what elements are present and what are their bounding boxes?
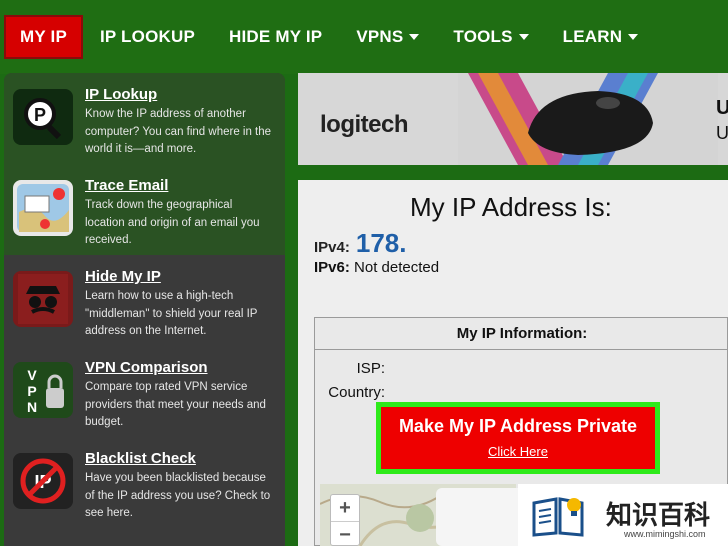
map-overlay-panel bbox=[436, 488, 526, 546]
sidebar-item-title[interactable]: Trace Email bbox=[85, 177, 275, 194]
spy-icon bbox=[13, 271, 73, 327]
click-here-link[interactable]: Click Here bbox=[381, 444, 655, 459]
watermark-url: www.mimingshi.com bbox=[624, 529, 706, 539]
vpn-lock-icon: VPN bbox=[13, 362, 73, 418]
watermark-text: 知识百科 bbox=[606, 500, 711, 530]
ipv4-row: IPv4: 178. bbox=[314, 228, 406, 259]
nav-learn[interactable]: LEARN bbox=[546, 15, 656, 59]
ipv6-row: IPv6: Not detected bbox=[314, 259, 439, 276]
ad-text-line1: U bbox=[716, 97, 728, 119]
make-ip-private-button[interactable]: Make My IP Address Private Click Here bbox=[376, 402, 660, 474]
nav-label: IP LOOKUP bbox=[99, 27, 195, 46]
page-title: My IP Address Is: bbox=[410, 192, 612, 222]
sidebar-item-desc: Compare top rated VPN service providers … bbox=[85, 381, 266, 428]
isp-label: ISP: bbox=[356, 360, 385, 377]
sidebar-item-title[interactable]: VPN Comparison bbox=[85, 359, 275, 376]
sidebar-item-desc: Track down the geographical location and… bbox=[85, 199, 260, 246]
logitech-logo: logitech bbox=[320, 111, 409, 138]
nav-vpns[interactable]: VPNS bbox=[339, 15, 436, 59]
chevron-down-icon bbox=[628, 34, 639, 40]
nav-hide-my-ip[interactable]: HIDE MY IP bbox=[212, 15, 339, 59]
top-nav: MY IP IP LOOKUP HIDE MY IP VPNS TOOLS LE… bbox=[0, 0, 728, 74]
ip-lookup-icon: P bbox=[13, 89, 73, 145]
sidebar-item-desc: Have you been blacklisted because of the… bbox=[85, 472, 271, 519]
nav-label: MY IP bbox=[20, 27, 67, 46]
cta-main-label: Make My IP Address Private bbox=[398, 416, 638, 436]
svg-text:P: P bbox=[34, 105, 46, 125]
sidebar-item-ip-lookup[interactable]: P IP Lookup Know the IP address of anoth… bbox=[4, 73, 285, 164]
sidebar-item-title[interactable]: Hide My IP bbox=[85, 268, 275, 285]
nav-label: HIDE MY IP bbox=[229, 27, 323, 46]
mouse-ad-graphic bbox=[458, 73, 718, 165]
chevron-down-icon bbox=[409, 34, 420, 40]
nav-tools[interactable]: TOOLS bbox=[436, 15, 545, 59]
ipv4-value: 178. bbox=[355, 228, 407, 258]
ipv4-label: IPv4: bbox=[314, 239, 350, 256]
sidebar-item-title[interactable]: IP Lookup bbox=[85, 86, 275, 103]
sidebar: P IP Lookup Know the IP address of anoth… bbox=[4, 73, 285, 546]
nav-ip-lookup[interactable]: IP LOOKUP bbox=[83, 15, 212, 59]
zoom-in-button[interactable]: + bbox=[331, 495, 359, 521]
watermark: 知识百科 www.mimingshi.com bbox=[518, 484, 728, 546]
ipv6-value: Not detected bbox=[354, 259, 440, 276]
sidebar-item-hide-my-ip[interactable]: Hide My IP Learn how to use a high-tech … bbox=[4, 255, 285, 346]
ad-banner[interactable]: logitech U U bbox=[298, 73, 728, 165]
ipv6-label: IPv6: bbox=[314, 259, 350, 276]
svg-text:V: V bbox=[27, 367, 37, 383]
sidebar-item-vpn-comparison[interactable]: VPN VPN Comparison Compare top rated VPN… bbox=[4, 346, 285, 437]
book-bulb-icon bbox=[532, 497, 584, 537]
map-pin-icon bbox=[13, 180, 73, 236]
svg-text:P: P bbox=[27, 383, 36, 399]
blacklist-icon: IP bbox=[13, 453, 73, 509]
sidebar-item-blacklist-check[interactable]: IP Blacklist Check Have you been blackli… bbox=[4, 437, 285, 528]
nav-label: LEARN bbox=[562, 27, 623, 46]
map-zoom-control: + − bbox=[330, 494, 360, 546]
zoom-out-button[interactable]: − bbox=[331, 521, 359, 546]
nav-label: VPNS bbox=[356, 27, 404, 46]
sidebar-item-desc: Know the IP address of another computer?… bbox=[85, 108, 272, 155]
ad-text-line2: U bbox=[716, 123, 728, 143]
sidebar-item-trace-email[interactable]: Trace Email Track down the geographical … bbox=[4, 164, 285, 255]
nav-label: TOOLS bbox=[453, 27, 513, 46]
ip-info-heading: My IP Information: bbox=[315, 318, 728, 350]
svg-text:N: N bbox=[27, 399, 37, 415]
sidebar-item-desc: Learn how to use a high-tech "middleman"… bbox=[85, 290, 258, 337]
nav-my-ip[interactable]: MY IP bbox=[4, 15, 83, 59]
country-label: Country: bbox=[328, 384, 385, 401]
sidebar-item-title[interactable]: Blacklist Check bbox=[85, 450, 275, 467]
chevron-down-icon bbox=[518, 34, 529, 40]
